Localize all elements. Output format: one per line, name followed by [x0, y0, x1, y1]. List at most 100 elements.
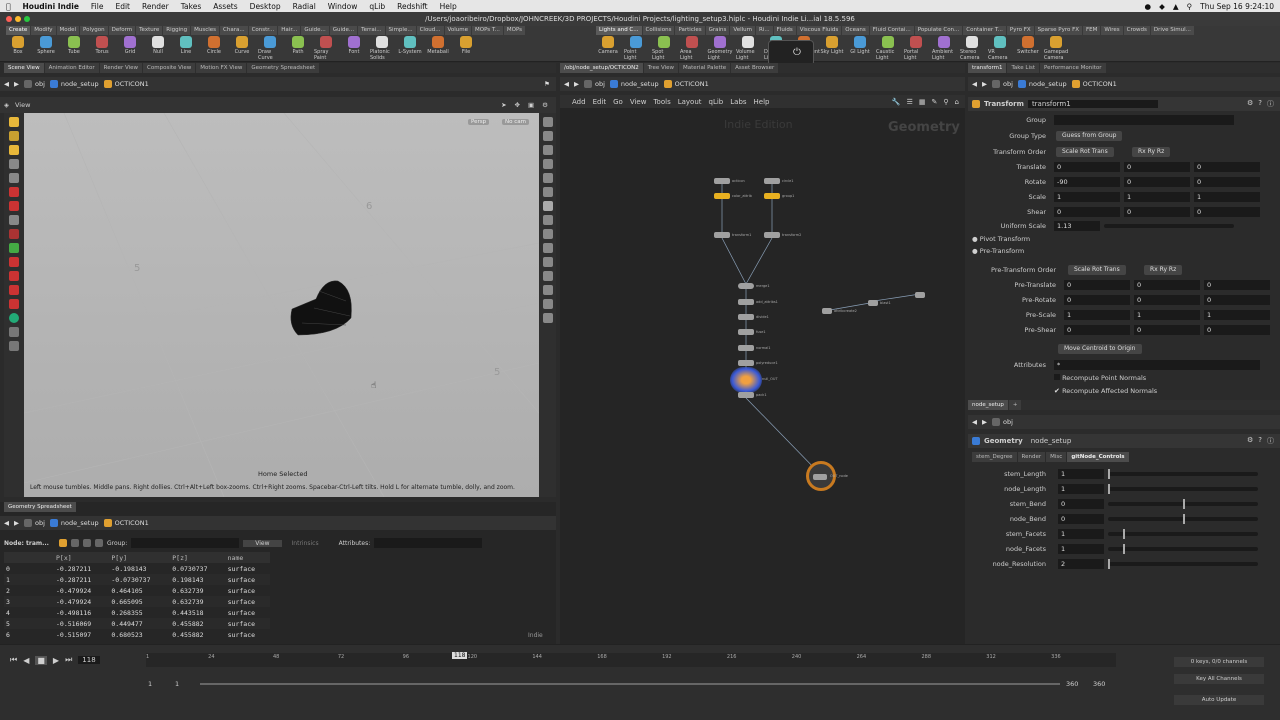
go-end-icon[interactable]: ⏭: [65, 655, 72, 665]
right-shelf-tab-1[interactable]: Collisions: [642, 26, 675, 35]
node-group-top[interactable]: [915, 292, 925, 298]
node-color-attrib[interactable]: [714, 193, 730, 199]
control-slider-node_Facets[interactable]: [1108, 544, 1258, 554]
power-icon[interactable]: ⏻: [793, 47, 801, 58]
render-region-icon[interactable]: [9, 243, 19, 253]
table-row[interactable]: 4 -0.498116 0.268355 0.443518 surface: [4, 607, 270, 618]
display-options-icon[interactable]: [542, 117, 553, 127]
pen-icon[interactable]: [9, 229, 19, 239]
path-node-setup[interactable]: node_setup: [49, 80, 99, 88]
net-menu-view[interactable]: View: [630, 98, 647, 106]
pre-scale-field-1[interactable]: 1: [1134, 310, 1200, 320]
node-blast1[interactable]: [868, 300, 878, 306]
left-shelf-tab-6[interactable]: Rigging: [163, 26, 191, 35]
pre-shear-field-0[interactable]: 0: [1064, 325, 1130, 335]
right-shelf-tab-10[interactable]: Populate Con...: [914, 26, 963, 35]
forward-arrow-icon-3[interactable]: ▶: [574, 80, 579, 88]
right-shelf-tab-17[interactable]: Drive Simul...: [1150, 26, 1194, 35]
right-shelf-tool-5[interactable]: Volume Light: [736, 36, 760, 61]
right-shelf-tab-9[interactable]: Fluid Contai...: [869, 26, 914, 35]
right-shelf-tab-7[interactable]: Viscous Fluids: [796, 26, 842, 35]
sculpt-tool-icon[interactable]: [9, 299, 19, 309]
teapot-icon[interactable]: [9, 341, 19, 351]
pre-rotation-order-menu[interactable]: Rx Ry Rz: [1144, 265, 1183, 275]
param-path-obj[interactable]: obj: [992, 80, 1013, 88]
pre-shear-field-1[interactable]: 0: [1134, 325, 1200, 335]
back-arrow-icon[interactable]: ◀: [4, 80, 9, 88]
menu-qlib[interactable]: qLib: [369, 2, 385, 11]
range-end-2[interactable]: 360: [1093, 680, 1105, 688]
param2-path-obj[interactable]: obj: [992, 418, 1013, 426]
control-field-stem_Bend[interactable]: 0: [1058, 499, 1104, 509]
points-mode-icon[interactable]: [58, 539, 67, 547]
folder-misc[interactable]: Misc: [1046, 452, 1067, 462]
right-shelf-tab-12[interactable]: Pyro FX: [1006, 26, 1034, 35]
app-name[interactable]: Houdini Indie: [23, 2, 79, 11]
attributes-field[interactable]: [374, 538, 483, 548]
cut-tool-icon[interactable]: [9, 285, 19, 295]
menu-help[interactable]: Help: [440, 2, 457, 11]
pre-translate-field-0[interactable]: 0: [1064, 280, 1130, 290]
menu-edit[interactable]: Edit: [115, 2, 130, 11]
persp-menu[interactable]: Persp: [468, 119, 490, 125]
tab-performance-monitor[interactable]: Performance Monitor: [1040, 63, 1106, 73]
range-slider[interactable]: [200, 683, 1060, 685]
control-field-node_Resolution[interactable]: 2: [1058, 559, 1104, 569]
frame-ruler[interactable]: 1 24 48 72 96 120 144 168 192 216 240 264 288 312 336 …: [146, 652, 1116, 667]
left-shelf-tool-15[interactable]: Metaball: [426, 36, 450, 61]
brush-icon[interactable]: [9, 215, 19, 225]
intrinsics-label[interactable]: Intrinsics: [292, 540, 319, 547]
left-shelf-tool-4[interactable]: Grid: [118, 36, 142, 61]
left-shelf-tab-13[interactable]: Terrai...: [358, 26, 385, 35]
handle-tool-icon[interactable]: [9, 145, 19, 155]
group-field[interactable]: [131, 538, 240, 548]
pre-shear-field-2[interactable]: 0: [1204, 325, 1270, 335]
net-menu-qlib[interactable]: qLib: [709, 98, 724, 106]
sheet-column-header[interactable]: [4, 552, 54, 563]
forward-arrow-icon-2[interactable]: ▶: [14, 519, 19, 527]
control-field-node_Bend[interactable]: 0: [1058, 514, 1104, 524]
pre-scale-field-2[interactable]: 1: [1204, 310, 1270, 320]
tab-material-palette[interactable]: Material Palette: [679, 63, 731, 73]
right-shelf-tab-2[interactable]: Particles: [675, 26, 705, 35]
range-start-2[interactable]: 1: [175, 680, 179, 688]
slider-handle[interactable]: [1108, 484, 1110, 494]
settings-icon[interactable]: ⚙: [542, 101, 548, 109]
node-add-attribs1[interactable]: [738, 299, 754, 305]
uniform-scale-slider[interactable]: [1104, 224, 1234, 228]
control-field-stem_Facets[interactable]: 1: [1058, 529, 1104, 539]
search-icon[interactable]: ⚲: [1187, 2, 1193, 11]
right-shelf-tab-6[interactable]: Fluids: [773, 26, 796, 35]
grid-view-icon[interactable]: ▦: [919, 98, 926, 106]
lock-icon[interactable]: [9, 173, 19, 183]
view-dropdown[interactable]: View: [243, 539, 282, 547]
folder-render[interactable]: Render: [1017, 452, 1046, 462]
left-shelf-tool-3[interactable]: Torus: [90, 36, 114, 61]
light-icon[interactable]: [542, 173, 553, 183]
control-field-node_Length[interactable]: 1: [1058, 484, 1104, 494]
menu-render[interactable]: Render: [142, 2, 169, 11]
left-shelf-tab-2[interactable]: Model: [56, 26, 80, 35]
slider-handle[interactable]: [1183, 499, 1185, 509]
node-normal1[interactable]: [738, 345, 754, 351]
back-arrow-icon-5[interactable]: ◀: [972, 418, 977, 426]
left-shelf-tool-1[interactable]: Sphere: [34, 36, 58, 61]
sheet-path-node-setup[interactable]: node_setup: [49, 519, 99, 527]
rotate-field-0[interactable]: -90: [1054, 177, 1120, 187]
left-shelf-tab-7[interactable]: Muscles: [191, 26, 219, 35]
sheet-column-header[interactable]: P[y]: [109, 552, 171, 563]
network-editor[interactable]: Indie Edition Geometry octicon color_att…: [560, 108, 965, 644]
right-shelf-tool-4[interactable]: Geometry Light: [708, 36, 732, 61]
table-row[interactable]: 1 -0.287211 -0.0730737 0.198143 surface: [4, 574, 270, 585]
recompute-affected-normals-toggle[interactable]: ✔ Recompute Affected Normals: [1054, 387, 1157, 395]
left-shelf-tool-13[interactable]: Platonic Solids: [370, 36, 394, 61]
clock[interactable]: Thu Sep 16 9:24:10: [1200, 2, 1274, 11]
left-shelf-tab-16[interactable]: Volume: [444, 26, 472, 35]
add-tab-button[interactable]: +: [1008, 400, 1022, 410]
pre-rotate-field-2[interactable]: 0: [1204, 295, 1270, 305]
left-shelf-tab-15[interactable]: Cloud...: [416, 26, 444, 35]
left-shelf-tab-4[interactable]: Deform: [108, 26, 136, 35]
node-merge1[interactable]: [738, 283, 754, 289]
param-node-name[interactable]: transform1: [1027, 100, 1158, 108]
right-shelf-tool-14[interactable]: VR Camera: [988, 36, 1012, 61]
